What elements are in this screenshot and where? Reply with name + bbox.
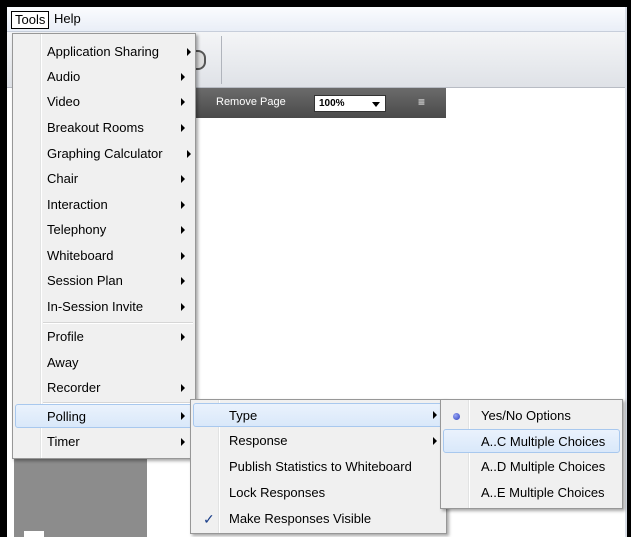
window-frame-left xyxy=(0,0,7,537)
menu-item-label: Interaction xyxy=(47,197,108,212)
menu-item-timer[interactable]: Timer xyxy=(15,430,193,454)
menu-item-a-e-multiple-choices[interactable]: A..E Multiple Choices xyxy=(443,481,620,505)
menu-item-label: Timer xyxy=(47,434,80,449)
submenu-arrow-icon xyxy=(181,124,185,132)
polling-submenu: Type Response Publish Statistics to Whit… xyxy=(190,399,447,534)
menu-item-label: Polling xyxy=(47,409,87,424)
submenu-arrow-icon xyxy=(181,333,185,341)
menu-item-away[interactable]: Away xyxy=(15,351,193,375)
menu-item-interaction[interactable]: Interaction xyxy=(15,193,193,217)
menu-item-telephony[interactable]: Telephony xyxy=(15,218,193,242)
menu-separator xyxy=(43,402,193,404)
menu-item-publish-statistics[interactable]: Publish Statistics to Whiteboard xyxy=(193,455,444,479)
menu-item-response[interactable]: Response xyxy=(193,429,444,453)
menu-item-in-session-invite[interactable]: In-Session Invite xyxy=(15,295,193,319)
menu-item-polling[interactable]: Polling xyxy=(15,404,193,428)
remove-page-button[interactable]: Remove Page xyxy=(216,96,286,108)
menu-item-a-d-multiple-choices[interactable]: A..D Multiple Choices xyxy=(443,455,620,479)
menu-item-label: Publish Statistics to Whiteboard xyxy=(229,459,412,474)
submenu-arrow-icon xyxy=(187,48,191,56)
menu-item-label: Breakout Rooms xyxy=(47,120,144,135)
menu-item-label: Away xyxy=(47,355,79,370)
menu-item-label: A..D Multiple Choices xyxy=(481,459,606,474)
menu-item-label: Graphing Calculator xyxy=(47,146,163,161)
panel-corner xyxy=(24,531,44,537)
menu-item-session-plan[interactable]: Session Plan xyxy=(15,269,193,293)
submenu-arrow-icon xyxy=(181,73,185,81)
submenu-arrow-icon xyxy=(181,303,185,311)
menu-item-label: A..E Multiple Choices xyxy=(481,485,605,500)
submenu-arrow-icon xyxy=(181,252,185,260)
window-frame-right xyxy=(627,0,631,537)
checkmark-icon: ✓ xyxy=(203,511,215,527)
menu-tools[interactable]: Tools xyxy=(11,11,50,29)
menu-item-label: Lock Responses xyxy=(229,485,326,500)
menu-item-lock-responses[interactable]: Lock Responses xyxy=(193,481,444,505)
background-panel xyxy=(14,454,147,537)
menu-item-audio[interactable]: Audio xyxy=(15,65,193,89)
menu-item-label: Profile xyxy=(47,329,84,344)
menu-item-breakout-rooms[interactable]: Breakout Rooms xyxy=(15,116,193,140)
type-submenu: Yes/No Options A..C Multiple Choices A..… xyxy=(440,399,623,509)
menu-item-graphing-calculator[interactable]: Graphing Calculator xyxy=(15,142,193,166)
submenu-arrow-icon xyxy=(181,201,185,209)
menu-help[interactable]: Help xyxy=(51,11,84,29)
toolbar-separator xyxy=(221,36,222,84)
menu-item-label: Application Sharing xyxy=(47,44,160,59)
tools-menu: Application Sharing Audio Video Breakout… xyxy=(12,33,196,459)
menu-item-video[interactable]: Video xyxy=(15,90,193,114)
whiteboard-toolbar: Remove Page 100% ≡ xyxy=(196,88,446,118)
window-edge xyxy=(625,7,627,537)
menu-item-label: Chair xyxy=(47,171,79,186)
list-options-icon[interactable]: ≡ xyxy=(418,95,425,109)
zoom-select[interactable]: 100% xyxy=(314,95,386,112)
submenu-arrow-icon xyxy=(181,384,185,392)
submenu-arrow-icon xyxy=(433,437,437,445)
menu-bar: Tools Help xyxy=(7,7,625,32)
menu-item-label: Audio xyxy=(47,69,81,84)
menu-item-chair[interactable]: Chair xyxy=(15,167,193,191)
menu-item-yes-no-options[interactable]: Yes/No Options xyxy=(443,404,620,428)
menu-item-whiteboard[interactable]: Whiteboard xyxy=(15,244,193,268)
menu-item-make-responses-visible[interactable]: ✓ Make Responses Visible xyxy=(193,507,444,531)
menu-item-label: Recorder xyxy=(47,380,101,395)
menu-item-label: In-Session Invite xyxy=(47,299,144,314)
menu-item-label: Yes/No Options xyxy=(481,408,571,423)
menu-item-type[interactable]: Type xyxy=(193,403,444,427)
zoom-value: 100% xyxy=(319,98,345,109)
menu-item-label: Make Responses Visible xyxy=(229,511,372,526)
submenu-arrow-icon xyxy=(181,226,185,234)
menu-item-label: Telephony xyxy=(47,222,107,237)
menu-item-recorder[interactable]: Recorder xyxy=(15,376,193,400)
window-frame-top xyxy=(0,0,631,7)
submenu-arrow-icon xyxy=(181,412,185,420)
chevron-down-icon xyxy=(372,102,380,107)
menu-item-label: Whiteboard xyxy=(47,248,114,263)
submenu-arrow-icon xyxy=(433,411,437,419)
menu-item-a-c-multiple-choices[interactable]: A..C Multiple Choices xyxy=(443,429,620,453)
menu-item-label: Video xyxy=(47,94,81,109)
menu-item-profile[interactable]: Profile xyxy=(15,325,193,349)
menu-item-label: Type xyxy=(229,408,258,423)
submenu-arrow-icon xyxy=(187,150,191,158)
submenu-arrow-icon xyxy=(181,438,185,446)
menu-item-label: Session Plan xyxy=(47,273,123,288)
submenu-arrow-icon xyxy=(181,98,185,106)
menu-item-application-sharing[interactable]: Application Sharing xyxy=(15,40,193,64)
menu-item-label: A..C Multiple Choices xyxy=(481,434,606,449)
radio-selected-icon xyxy=(453,413,460,420)
submenu-arrow-icon xyxy=(181,175,185,183)
menu-separator xyxy=(43,322,193,324)
menu-item-label: Response xyxy=(229,433,288,448)
submenu-arrow-icon xyxy=(181,277,185,285)
